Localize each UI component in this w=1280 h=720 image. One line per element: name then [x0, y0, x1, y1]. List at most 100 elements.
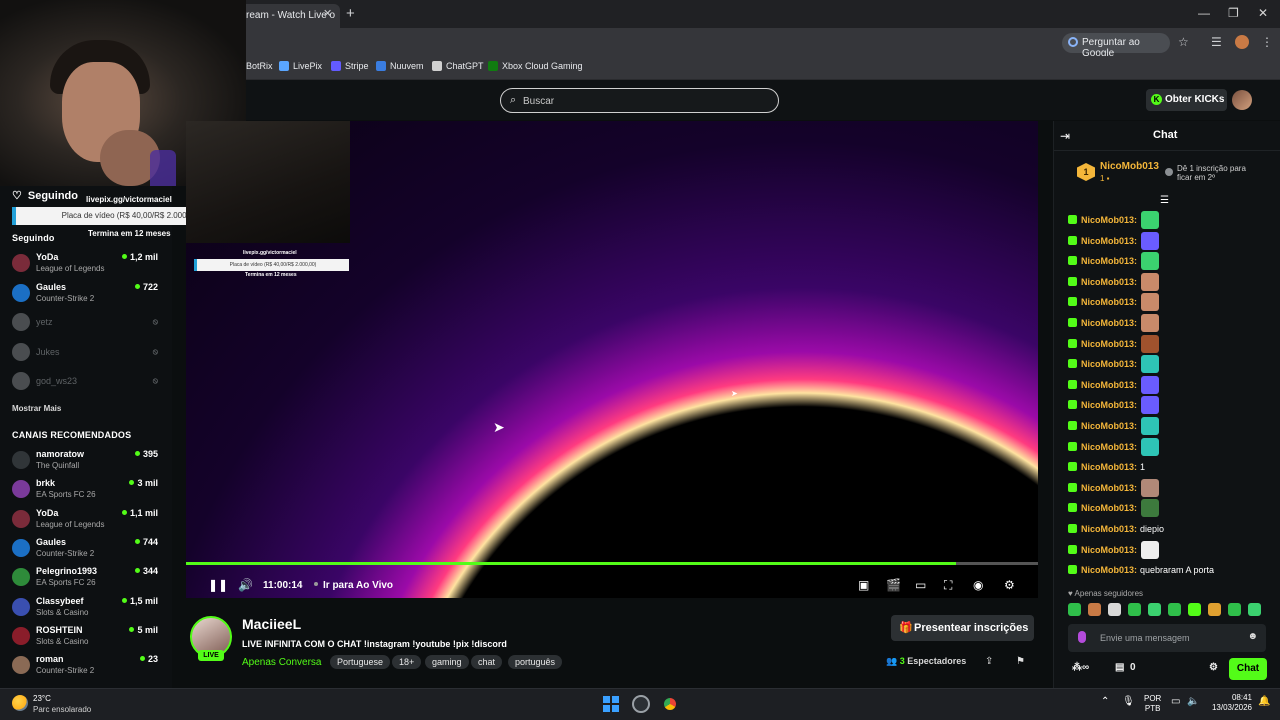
- microphone-tray-icon[interactable]: 🎙: [1122, 696, 1135, 707]
- reading-list-icon[interactable]: ☰: [1211, 35, 1222, 49]
- sidebar-channel-item[interactable]: yetz ⦸: [12, 311, 162, 337]
- streamer-name[interactable]: MaciieeL: [242, 616, 301, 632]
- network-icon[interactable]: ▭: [1171, 696, 1180, 707]
- theater-mode-icon[interactable]: ▭: [915, 578, 926, 592]
- sidebar-channel-item[interactable]: roman Counter-Strike 2 23: [12, 654, 162, 680]
- chrome-taskbar-icon[interactable]: [661, 695, 679, 713]
- video-player[interactable]: livepix.gg/victormaciel Placa de vídeo (…: [186, 121, 1038, 598]
- get-kicks-button[interactable]: K Obter KICKs: [1146, 89, 1227, 111]
- go-live-button[interactable]: Ir para Ao Vivo: [314, 580, 393, 591]
- chat-username[interactable]: NicoMob013:: [1081, 277, 1137, 287]
- bookmark-item[interactable]: Nuuvem: [376, 61, 424, 71]
- menu-kebab-icon[interactable]: ⋮: [1261, 35, 1273, 49]
- new-tab-icon[interactable]: +: [346, 5, 355, 22]
- quick-emote-icon[interactable]: [1108, 603, 1121, 616]
- user-avatar[interactable]: [1232, 90, 1252, 110]
- quick-emote-icon[interactable]: [1228, 603, 1241, 616]
- sidebar-channel-item[interactable]: Gaules Counter-Strike 2 744: [12, 537, 162, 563]
- bookmark-item[interactable]: Stripe: [331, 61, 369, 71]
- pause-icon[interactable]: ❚❚: [208, 578, 228, 592]
- show-more-link[interactable]: Mostrar Mais: [12, 404, 61, 413]
- stream-tag[interactable]: gaming: [425, 655, 469, 669]
- taskbar-clock[interactable]: 08:41 13/03/2026: [1208, 693, 1252, 713]
- chat-username[interactable]: NicoMob013:: [1081, 236, 1137, 246]
- kicks-wallet-icon[interactable]: ▤: [1115, 662, 1124, 673]
- chat-username[interactable]: NicoMob013:: [1081, 442, 1137, 452]
- ask-google-button[interactable]: Perguntar ao Google: [1062, 33, 1170, 59]
- quick-emote-icon[interactable]: [1128, 603, 1141, 616]
- minimize-icon[interactable]: —: [1198, 6, 1210, 20]
- sidebar-channel-item[interactable]: namoratow The Quinfall 395: [12, 449, 162, 475]
- restore-icon[interactable]: ❐: [1228, 6, 1239, 20]
- quick-emote-icon[interactable]: [1068, 603, 1081, 616]
- microphone-icon[interactable]: [1078, 631, 1086, 643]
- settings-icon[interactable]: ⚙: [1004, 578, 1015, 592]
- sidebar-channel-item[interactable]: YoDa League of Legends 1,2 mil: [12, 252, 162, 278]
- chat-username[interactable]: NicoMob013:: [1081, 462, 1137, 472]
- sidebar-channel-item[interactable]: brkk EA Sports FC 26 3 mil: [12, 478, 162, 504]
- clip-icon[interactable]: 🎬: [886, 578, 901, 592]
- sidebar-channel-item[interactable]: YoDa League of Legends 1,1 mil: [12, 508, 162, 534]
- chat-username[interactable]: NicoMob013:: [1081, 256, 1137, 266]
- collapse-chat-icon[interactable]: ⇥: [1060, 129, 1070, 143]
- chat-username[interactable]: NicoMob013:: [1081, 339, 1137, 349]
- chat-username[interactable]: NicoMob013:: [1081, 297, 1137, 307]
- quick-emote-icon[interactable]: [1208, 603, 1221, 616]
- chat-username[interactable]: NicoMob013:: [1081, 400, 1137, 410]
- share-icon[interactable]: ⇪: [985, 656, 993, 667]
- quick-emote-icon[interactable]: [1088, 603, 1101, 616]
- sidebar-channel-item[interactable]: god_ws23 ⦸: [12, 370, 162, 396]
- bookmark-item[interactable]: LivePix: [279, 61, 322, 71]
- start-button[interactable]: [603, 696, 619, 712]
- chat-username[interactable]: NicoMob013:: [1081, 380, 1137, 390]
- chat-message-input[interactable]: Envie uma mensagem ☻: [1068, 624, 1266, 652]
- tray-chevron-icon[interactable]: ⌃: [1101, 696, 1109, 707]
- volume-icon[interactable]: 🔊: [238, 578, 253, 592]
- report-icon[interactable]: ⚑: [1016, 656, 1025, 667]
- quick-emote-icon[interactable]: [1248, 603, 1261, 616]
- stream-tag[interactable]: português: [508, 655, 563, 669]
- quick-emote-icon[interactable]: [1188, 603, 1201, 616]
- mini-player-icon[interactable]: ▣: [858, 578, 869, 592]
- fullscreen-icon[interactable]: ⛶: [944, 578, 952, 593]
- chat-username[interactable]: NicoMob013:: [1081, 318, 1137, 328]
- bookmark-item[interactable]: Xbox Cloud Gaming: [488, 61, 583, 71]
- video-progress-bar[interactable]: [186, 562, 1038, 565]
- top-gifter-name[interactable]: NicoMob013: [1100, 161, 1159, 172]
- stream-category[interactable]: Apenas Conversa: [242, 657, 322, 668]
- chat-username[interactable]: NicoMob013:: [1081, 565, 1137, 575]
- sidebar-channel-item[interactable]: Jukes ⦸: [12, 341, 162, 367]
- following-header[interactable]: ♡ Seguindo: [12, 189, 78, 202]
- profile-avatar[interactable]: [1235, 35, 1249, 49]
- chat-username[interactable]: NicoMob013:: [1081, 359, 1137, 369]
- quick-emote-icon[interactable]: [1148, 603, 1161, 616]
- chat-username[interactable]: NicoMob013:: [1081, 215, 1137, 225]
- stream-tag[interactable]: 18+: [392, 655, 422, 669]
- quick-emote-icon[interactable]: [1168, 603, 1181, 616]
- chat-username[interactable]: NicoMob013:: [1081, 483, 1137, 493]
- sidebar-channel-item[interactable]: ROSHTEIN Slots & Casino 5 mil: [12, 625, 162, 651]
- emoji-icon[interactable]: ☻: [1247, 631, 1258, 642]
- keyboard-language[interactable]: POR PTB: [1144, 694, 1161, 714]
- quality-icon[interactable]: ◉: [973, 578, 983, 592]
- weather-icon[interactable]: [12, 695, 28, 711]
- stream-tag[interactable]: chat: [471, 655, 503, 669]
- chat-username[interactable]: NicoMob013:: [1081, 524, 1137, 534]
- filter-icon[interactable]: ☰: [1160, 195, 1169, 206]
- chat-settings-icon[interactable]: ⚙: [1209, 662, 1218, 673]
- chat-username[interactable]: NicoMob013:: [1081, 503, 1137, 513]
- sidebar-channel-item[interactable]: Gaules Counter-Strike 2 722: [12, 282, 162, 308]
- search-input[interactable]: ⌕ Buscar: [500, 88, 779, 113]
- chat-username[interactable]: NicoMob013:: [1081, 421, 1137, 431]
- bookmark-item[interactable]: ChatGPT: [432, 61, 484, 71]
- stream-tag[interactable]: Portuguese: [330, 655, 391, 669]
- notifications-icon[interactable]: 🔔: [1258, 696, 1270, 707]
- sidebar-channel-item[interactable]: Pelegrino1993 EA Sports FC 26 344: [12, 566, 162, 592]
- sidebar-channel-item[interactable]: Classybeef Slots & Casino 1,5 mil: [12, 596, 162, 622]
- bookmark-star-icon[interactable]: ☆: [1178, 35, 1189, 49]
- close-tab-icon[interactable]: ✕: [323, 7, 332, 20]
- volume-tray-icon[interactable]: 🔈: [1187, 696, 1199, 707]
- chat-send-button[interactable]: Chat: [1229, 658, 1267, 680]
- gift-subs-button[interactable]: 🎁 Presentear inscrições: [891, 615, 1034, 641]
- obs-taskbar-icon[interactable]: [632, 695, 650, 713]
